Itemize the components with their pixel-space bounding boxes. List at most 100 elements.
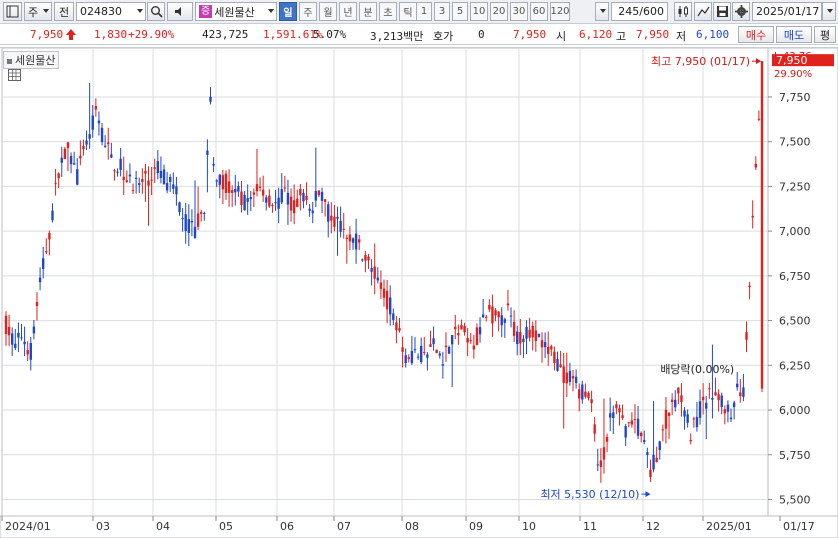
candle-body: [206, 150, 209, 155]
period-tab[interactable]: 분: [359, 2, 377, 21]
period-tab[interactable]: 주: [299, 2, 317, 21]
stock-code-input[interactable]: 024830: [76, 2, 146, 21]
y-tick-label: 7,000: [779, 225, 811, 238]
candle-body: [705, 402, 708, 409]
period-tab[interactable]: 년: [339, 2, 357, 21]
candle-body: [35, 302, 39, 306]
period-tab[interactable]: 초: [379, 2, 397, 21]
minute-tab[interactable]: 5: [452, 2, 468, 21]
series-marker-icon: [7, 58, 12, 64]
candle-body: [711, 397, 714, 400]
y-tick-label: 6,750: [779, 270, 811, 283]
candle-body: [450, 334, 454, 345]
candle-body: [615, 404, 618, 409]
sound-menu-icon[interactable]: [167, 2, 193, 21]
candle-body: [147, 180, 150, 186]
minute-tab[interactable]: 120: [550, 2, 570, 21]
candle-body: [323, 199, 327, 202]
period-tab[interactable]: 월: [319, 2, 337, 21]
y-tick-label: 5,750: [779, 449, 811, 462]
candle-body: [395, 322, 398, 331]
search-icon[interactable]: [147, 2, 165, 21]
candle-body: [491, 306, 494, 324]
window-menu-icon[interactable]: [3, 2, 22, 21]
candle-body: [187, 219, 191, 233]
candle-body: [48, 232, 51, 240]
candle-body: [283, 187, 287, 189]
candle-body: [485, 316, 488, 318]
x-tick-label: 2024/01: [5, 520, 51, 533]
candle-body: [364, 254, 367, 261]
candle-body: [698, 401, 702, 418]
candle-body: [10, 333, 14, 345]
candle-body: [745, 332, 748, 340]
period-tab[interactable]: 틱: [399, 2, 417, 21]
candle-body: [643, 440, 646, 443]
low-label: 저: [676, 30, 687, 43]
minute-tab[interactable]: 30: [510, 2, 528, 21]
candle-body: [370, 268, 373, 272]
sell-button[interactable]: 매도: [776, 26, 812, 43]
period-tab[interactable]: 일: [279, 2, 297, 21]
date-value: 2025/01/17: [756, 5, 820, 18]
candle-body: [562, 366, 565, 383]
x-tick-label: 09: [469, 520, 483, 533]
chevron-down-icon: [268, 9, 274, 13]
candle-body: [299, 188, 302, 196]
chart-title-tag[interactable]: 세원물산: [3, 51, 60, 69]
draw-tool-icon[interactable]: [694, 2, 712, 21]
candle-body: [286, 192, 290, 205]
data-count-field[interactable]: 245/600: [611, 2, 668, 21]
candle-body: [525, 326, 528, 339]
candle-body: [674, 399, 677, 408]
grid-toggle-icon[interactable]: [8, 69, 21, 81]
candle-body: [460, 325, 463, 330]
low-annotation: 최저 5,530 (12/10): [540, 488, 639, 501]
save-icon[interactable]: [713, 2, 731, 21]
market-select[interactable]: 주: [24, 2, 52, 21]
candle-body: [153, 167, 156, 169]
buy-button[interactable]: 매수: [738, 26, 774, 43]
y-tick-label: 7,750: [779, 91, 811, 104]
candle-body: [308, 208, 311, 211]
minute-tab[interactable]: 20: [490, 2, 508, 21]
candle-body: [181, 218, 184, 220]
last-pct-label: 29.90%: [774, 69, 812, 80]
candle-body: [97, 120, 101, 124]
candle-body: [534, 330, 538, 341]
candle-body: [605, 436, 609, 442]
minute-tab[interactable]: 1: [416, 2, 432, 21]
candle-body: [661, 429, 665, 431]
date-field[interactable]: 2025/01/17: [752, 2, 822, 21]
candle-body: [45, 251, 48, 253]
candle-body: [401, 347, 404, 352]
minute-tab[interactable]: 60: [530, 2, 548, 21]
minute-tab[interactable]: 10: [470, 2, 488, 21]
candle-body: [38, 277, 42, 283]
minute-tab[interactable]: 3: [434, 2, 450, 21]
gear-icon[interactable]: [732, 2, 750, 21]
y-tick-label: 7,250: [779, 180, 811, 193]
chart-area[interactable]: 5,500 5,750 6,000 6,250 6,500 6,750 7,000 7,250…: [0, 47, 838, 538]
candle-body: [125, 180, 129, 182]
price-chart[interactable]: 5,500 5,750 6,000 6,250 6,500 6,750 7,000 7,250…: [0, 48, 838, 538]
evaluate-button[interactable]: 평: [814, 26, 836, 43]
stock-name-field[interactable]: 증 세원물산: [195, 2, 277, 21]
candle-body: [571, 376, 575, 379]
calendar-dropdown[interactable]: [822, 2, 836, 21]
count-dropdown[interactable]: [595, 2, 609, 21]
candle-type-icon[interactable]: [674, 2, 692, 21]
candle-body: [413, 349, 417, 351]
candle-body: [342, 228, 345, 230]
hoga-price: 7,950: [513, 28, 547, 41]
candle-body: [94, 106, 98, 110]
candle-body: [361, 259, 364, 261]
prev-stock-button[interactable]: 전: [54, 2, 74, 21]
candle-body: [314, 191, 318, 201]
y-tick-label: 7,500: [779, 136, 811, 149]
candle-body: [32, 326, 36, 334]
candle-body: [621, 415, 624, 419]
candle-body: [159, 170, 163, 178]
high-annotation: 최고 7,950 (01/17): [651, 55, 750, 68]
candle-body: [190, 220, 194, 223]
